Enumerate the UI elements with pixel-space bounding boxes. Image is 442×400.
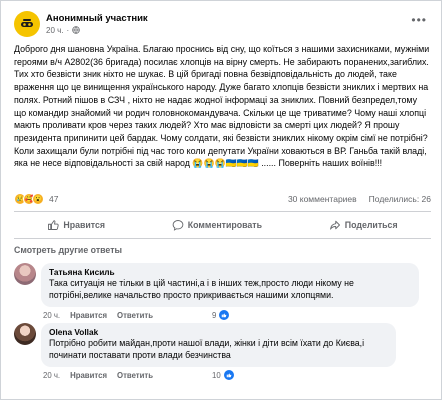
facebook-post-card: Анонимный участник 20 ч. · ••• Доброго д…: [0, 0, 442, 400]
reactions-summary[interactable]: 😢 🥰 😮 47: [14, 193, 58, 205]
comment-item: Татьяна Кисиль Така ситуація не тільки в…: [14, 263, 419, 307]
anonymous-mask-icon: [21, 19, 33, 27]
post-time[interactable]: 20 ч.: [46, 25, 64, 36]
commenter-name[interactable]: Olena Vollak: [49, 327, 388, 338]
post-author[interactable]: Анонимный участник: [46, 13, 148, 25]
more-replies-link[interactable]: Смотреть другие ответы: [14, 245, 122, 255]
comment-reactions[interactable]: 10: [212, 370, 234, 380]
anonymous-avatar[interactable]: [14, 11, 40, 37]
like-reaction-icon: [219, 310, 230, 320]
comment-reply-button[interactable]: Ответить: [117, 311, 153, 320]
comments-count[interactable]: 30 комментариев: [288, 194, 357, 204]
comment-text: Така ситуація не тільки в цій частині,а …: [49, 278, 354, 300]
globe-icon: [72, 26, 80, 34]
divider: [14, 211, 431, 212]
post-text: Доброго дня шановна Україна. Благаю прос…: [14, 43, 431, 170]
wow-reaction-icon: 😮: [32, 193, 44, 205]
share-button[interactable]: Поделиться: [329, 219, 398, 231]
share-arrow-icon: [329, 220, 340, 230]
comment-reply-button[interactable]: Ответить: [117, 371, 153, 380]
comment-bubble: Татьяна Кисиль Така ситуація не тільки в…: [41, 263, 419, 307]
comment-meta: 20 ч. Нравится Ответить 9: [43, 310, 230, 320]
comment-like-button[interactable]: Нравится: [70, 311, 107, 320]
commenter-avatar[interactable]: [14, 323, 36, 345]
more-options-button[interactable]: •••: [411, 13, 427, 27]
comment-time[interactable]: 20 ч.: [43, 311, 60, 320]
comment-meta: 20 ч. Нравится Ответить 10: [43, 370, 234, 380]
commenter-name[interactable]: Татьяна Кисиль: [49, 267, 411, 278]
comment-bubble-icon: [172, 220, 184, 231]
thumbs-up-icon: [48, 220, 60, 230]
comment-like-button[interactable]: Нравится: [70, 371, 107, 380]
post-stats: 😢 🥰 😮 47 30 комментариев Поделились: 26: [14, 193, 431, 205]
reactions-count[interactable]: 47: [49, 194, 58, 204]
comment-reactions[interactable]: 9: [212, 310, 230, 320]
comment-item: Olena Vollak Потрібно робити майдан,прот…: [14, 323, 396, 367]
shares-count[interactable]: Поделились: 26: [369, 194, 431, 204]
comment-time[interactable]: 20 ч.: [43, 371, 60, 380]
commenter-avatar[interactable]: [14, 263, 36, 285]
post-header: Анонимный участник 20 ч. ·: [14, 11, 148, 37]
post-actions: Нравится Комментировать Поделиться: [14, 215, 431, 235]
comment-bubble: Olena Vollak Потрібно робити майдан,прот…: [41, 323, 396, 367]
like-reaction-icon: [223, 370, 234, 380]
post-paragraph: Доброго дня шановна Україна. Благаю прос…: [14, 44, 430, 169]
comment-text: Потрібно робити майдан,проти нашої влади…: [49, 338, 365, 360]
divider: [14, 238, 431, 239]
like-button[interactable]: Нравится: [47, 219, 105, 231]
comment-button[interactable]: Комментировать: [172, 219, 262, 231]
